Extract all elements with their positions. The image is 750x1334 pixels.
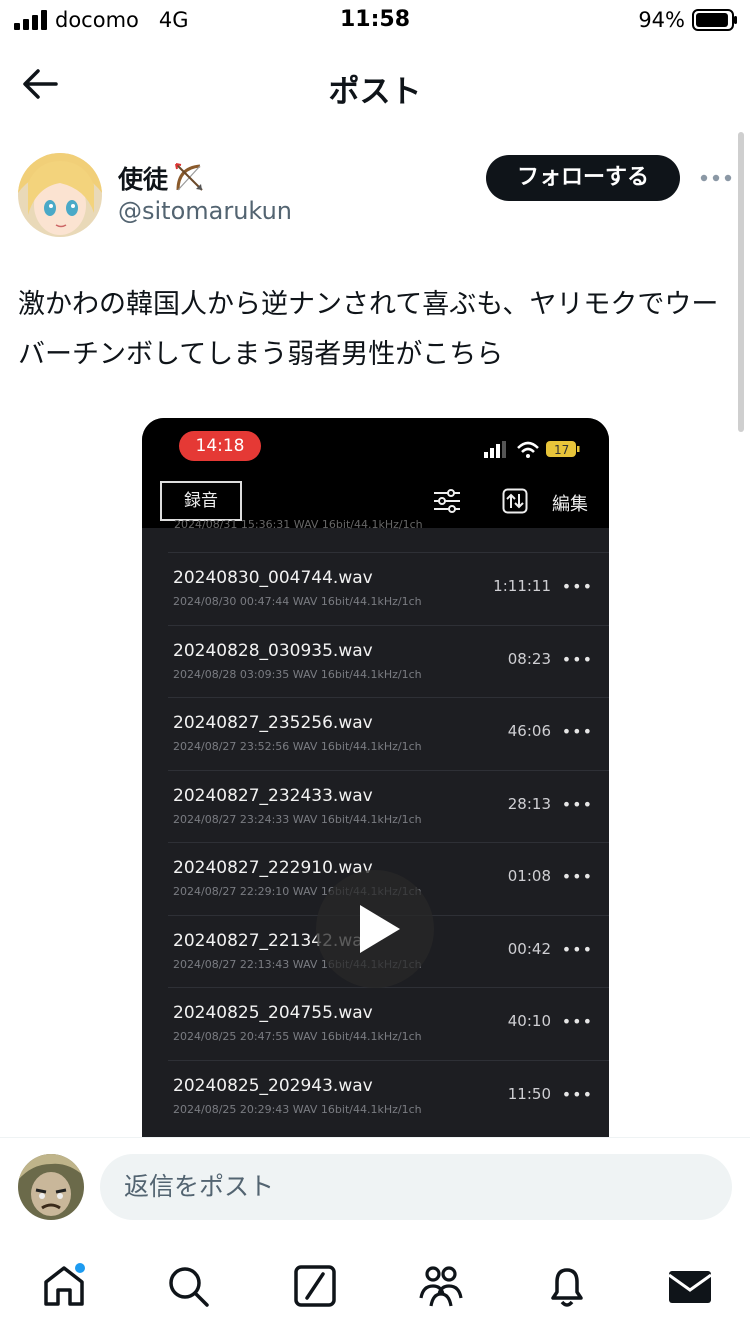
media-filter-icon bbox=[434, 489, 460, 513]
recording-more-icon: ••• bbox=[561, 722, 593, 741]
search-icon[interactable] bbox=[164, 1262, 212, 1310]
recording-duration: 01:08 bbox=[507, 867, 551, 885]
recording-row: 20240825_202943.wav 2024/08/25 20:29:43 W… bbox=[168, 1059, 609, 1133]
recording-filename: 20240828_030935.wav bbox=[173, 640, 373, 661]
status-bar: docomo 4G 11:58 94% bbox=[0, 0, 750, 44]
author-handle: @sitomarukun bbox=[118, 197, 293, 225]
media-edit-label: 編集 bbox=[552, 494, 588, 515]
media-phone-time: 14:18 bbox=[179, 431, 261, 461]
media-partial-row: 2024/08/31 15:36:31 WAV 16bit/44.1kHz/1c… bbox=[174, 518, 423, 531]
recording-duration: 28:13 bbox=[507, 794, 551, 813]
bottom-navigation bbox=[0, 1238, 750, 1334]
post-body-text: 激かわの韓国人から逆ナンされて喜ぶも、ヤリモクでウーバーチンボしてしまう弱者男性… bbox=[18, 289, 719, 370]
recording-row: 20240827_235256.wav 2024/08/27 23:52:56 W… bbox=[168, 697, 609, 770]
recording-filename: 20240825_202943.wav bbox=[173, 1075, 373, 1096]
recording-filename: 20240825_204755.wav bbox=[173, 1003, 373, 1023]
recording-more-icon: ••• bbox=[561, 1084, 593, 1104]
anime-avatar-image bbox=[18, 153, 102, 237]
recording-more-icon: ••• bbox=[561, 867, 593, 886]
media-recording-list: 20240830_004744.wav 2024/08/30 00:47:44 W… bbox=[142, 552, 609, 1132]
scroll-indicator[interactable] bbox=[738, 132, 744, 432]
top-header: ポスト bbox=[0, 44, 750, 124]
recording-meta: 2024/08/27 23:52:56 WAV 16bit/44.1kHz/1c… bbox=[173, 740, 422, 753]
recording-duration: 46:06 bbox=[507, 722, 551, 740]
recording-duration: 1:11:11 bbox=[493, 577, 551, 595]
notifications-icon[interactable] bbox=[543, 1262, 591, 1310]
media-sort-icon bbox=[502, 488, 528, 514]
reply-bar: 返信をポスト bbox=[0, 1138, 750, 1238]
grok-icon[interactable] bbox=[291, 1262, 339, 1310]
recording-meta: 2024/08/28 03:09:35 WAV 16bit/44.1kHz/1c… bbox=[173, 667, 422, 681]
recording-duration: 40:10 bbox=[507, 1012, 551, 1030]
recording-filename: 20240830_004744.wav bbox=[173, 568, 373, 588]
follow-button[interactable]: フォローする bbox=[486, 155, 680, 201]
recording-duration: 00:42 bbox=[507, 939, 551, 958]
home-icon[interactable] bbox=[40, 1262, 88, 1310]
media-phone-header: 14:18 17 録音 編集 bbox=[142, 418, 609, 528]
messages-icon[interactable] bbox=[666, 1262, 714, 1310]
recording-more-icon: ••• bbox=[561, 1012, 593, 1031]
media-record-tab: 録音 bbox=[160, 481, 242, 521]
media-battery-text: 17 bbox=[554, 443, 569, 457]
recording-meta: 2024/08/30 00:47:44 WAV 16bit/44.1kHz/1c… bbox=[173, 595, 422, 608]
recording-duration: 08:23 bbox=[507, 649, 551, 668]
media-status-icons: 17 bbox=[484, 441, 580, 458]
bow-and-arrow-icon bbox=[175, 163, 203, 191]
recording-more-icon: ••• bbox=[561, 794, 593, 814]
recording-filename: 20240827_222910.wav bbox=[173, 858, 373, 878]
post-media-video[interactable]: 14:18 17 録音 編集 2024/08/31 15:36:31 WAV 1… bbox=[142, 418, 609, 1138]
reply-input[interactable]: 返信をポスト bbox=[100, 1154, 732, 1220]
recording-filename: 20240827_235256.wav bbox=[173, 713, 373, 733]
recording-meta: 2024/08/25 20:29:43 WAV 16bit/44.1kHz/1c… bbox=[173, 1102, 422, 1116]
recording-row: 20240830_004744.wav 2024/08/30 00:47:44 W… bbox=[168, 552, 609, 625]
user-avatar[interactable] bbox=[18, 1154, 84, 1220]
author-avatar[interactable] bbox=[18, 153, 102, 237]
play-video-button[interactable] bbox=[316, 870, 434, 988]
author-name[interactable]: 使徒 bbox=[118, 160, 168, 196]
recording-meta: 2024/08/27 23:24:33 WAV 16bit/44.1kHz/1c… bbox=[173, 812, 422, 826]
communities-icon[interactable] bbox=[417, 1262, 465, 1310]
user-avatar-image bbox=[18, 1154, 84, 1220]
battery-icon bbox=[692, 9, 737, 31]
recording-duration: 11:50 bbox=[507, 1084, 551, 1103]
recording-row: 20240825_204755.wav 2024/08/25 20:47:55 W… bbox=[168, 987, 609, 1060]
page-title: ポスト bbox=[328, 74, 422, 110]
more-horizontal-icon[interactable] bbox=[696, 164, 736, 192]
recording-filename: 20240827_232433.wav bbox=[173, 785, 373, 806]
recording-row: 20240828_030935.wav 2024/08/28 03:09:35 W… bbox=[168, 624, 609, 698]
recording-meta: 2024/08/25 20:47:55 WAV 16bit/44.1kHz/1c… bbox=[173, 1030, 422, 1043]
recording-more-icon: ••• bbox=[561, 649, 593, 669]
home-notification-dot bbox=[75, 1263, 85, 1273]
recording-more-icon: ••• bbox=[561, 577, 593, 596]
battery-percentage: 94% bbox=[638, 8, 685, 32]
recording-row: 20240827_232433.wav 2024/08/27 23:24:33 W… bbox=[168, 769, 609, 843]
recording-more-icon: ••• bbox=[561, 939, 593, 959]
